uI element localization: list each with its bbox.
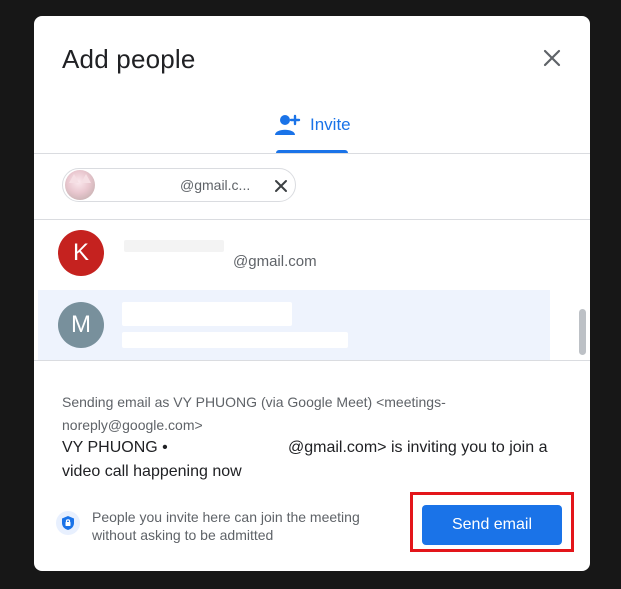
dialog-title: Add people [62,44,196,74]
add-people-dialog: Add people Invite @gmail.c... K @gmail.c… [34,16,590,571]
suggestion-list: K @gmail.com M [34,220,590,360]
chip-email: @gmail.c... [180,177,251,193]
close-icon [543,49,561,67]
sending-note: Sending email as VY PHUONG (via Google M… [62,394,446,433]
invite-message-line2: video call happening now [62,463,242,480]
shield-lock-icon [56,511,80,535]
close-button[interactable] [538,44,566,72]
remove-chip-icon [275,180,287,192]
scrollbar-thumb[interactable] [579,309,586,355]
invite-message-sender: VY PHUONG • [62,439,168,456]
divider-list [34,360,590,361]
remove-chip-button[interactable] [271,176,291,196]
tab-invite[interactable]: Invite [274,114,351,154]
redacted-email [122,332,348,348]
invitee-chip[interactable]: @gmail.c... [62,168,296,202]
avatar: K [58,230,104,276]
suggestion-row[interactable]: M [38,290,550,360]
avatar: M [58,302,104,348]
invite-message-text: @gmail.com> is inviting you to join a [288,439,548,456]
redacted-name [122,302,292,326]
person-add-icon [275,114,301,135]
admission-info: People you invite here can join the meet… [56,508,392,544]
redacted-name [124,240,224,252]
admission-info-text: People you invite here can join the meet… [92,509,360,543]
avatar [65,170,95,200]
highlight-annotation [410,492,574,552]
tab-invite-label: Invite [310,115,351,134]
suggestion-row[interactable]: K @gmail.com [34,220,590,290]
invite-message: VY PHUONG • @gmail.com> is inviting you … [62,436,562,484]
divider-top [34,153,590,154]
suggestion-email: @gmail.com [233,253,317,270]
